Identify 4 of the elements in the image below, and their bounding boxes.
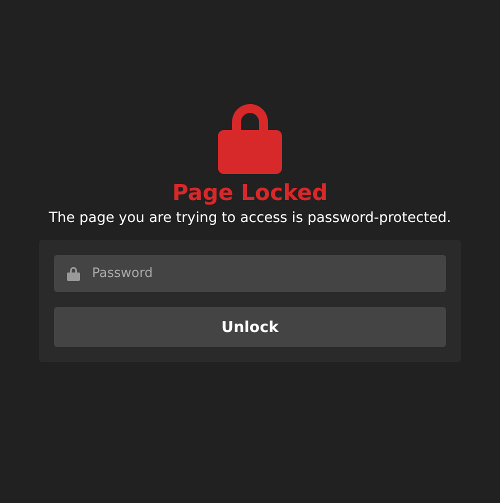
password-field[interactable]: Password	[54, 255, 446, 292]
message-text: The page you are trying to access is password-protected.	[48, 209, 452, 228]
unlock-button[interactable]: Unlock	[54, 307, 446, 347]
page-title: Page Locked	[172, 180, 328, 208]
